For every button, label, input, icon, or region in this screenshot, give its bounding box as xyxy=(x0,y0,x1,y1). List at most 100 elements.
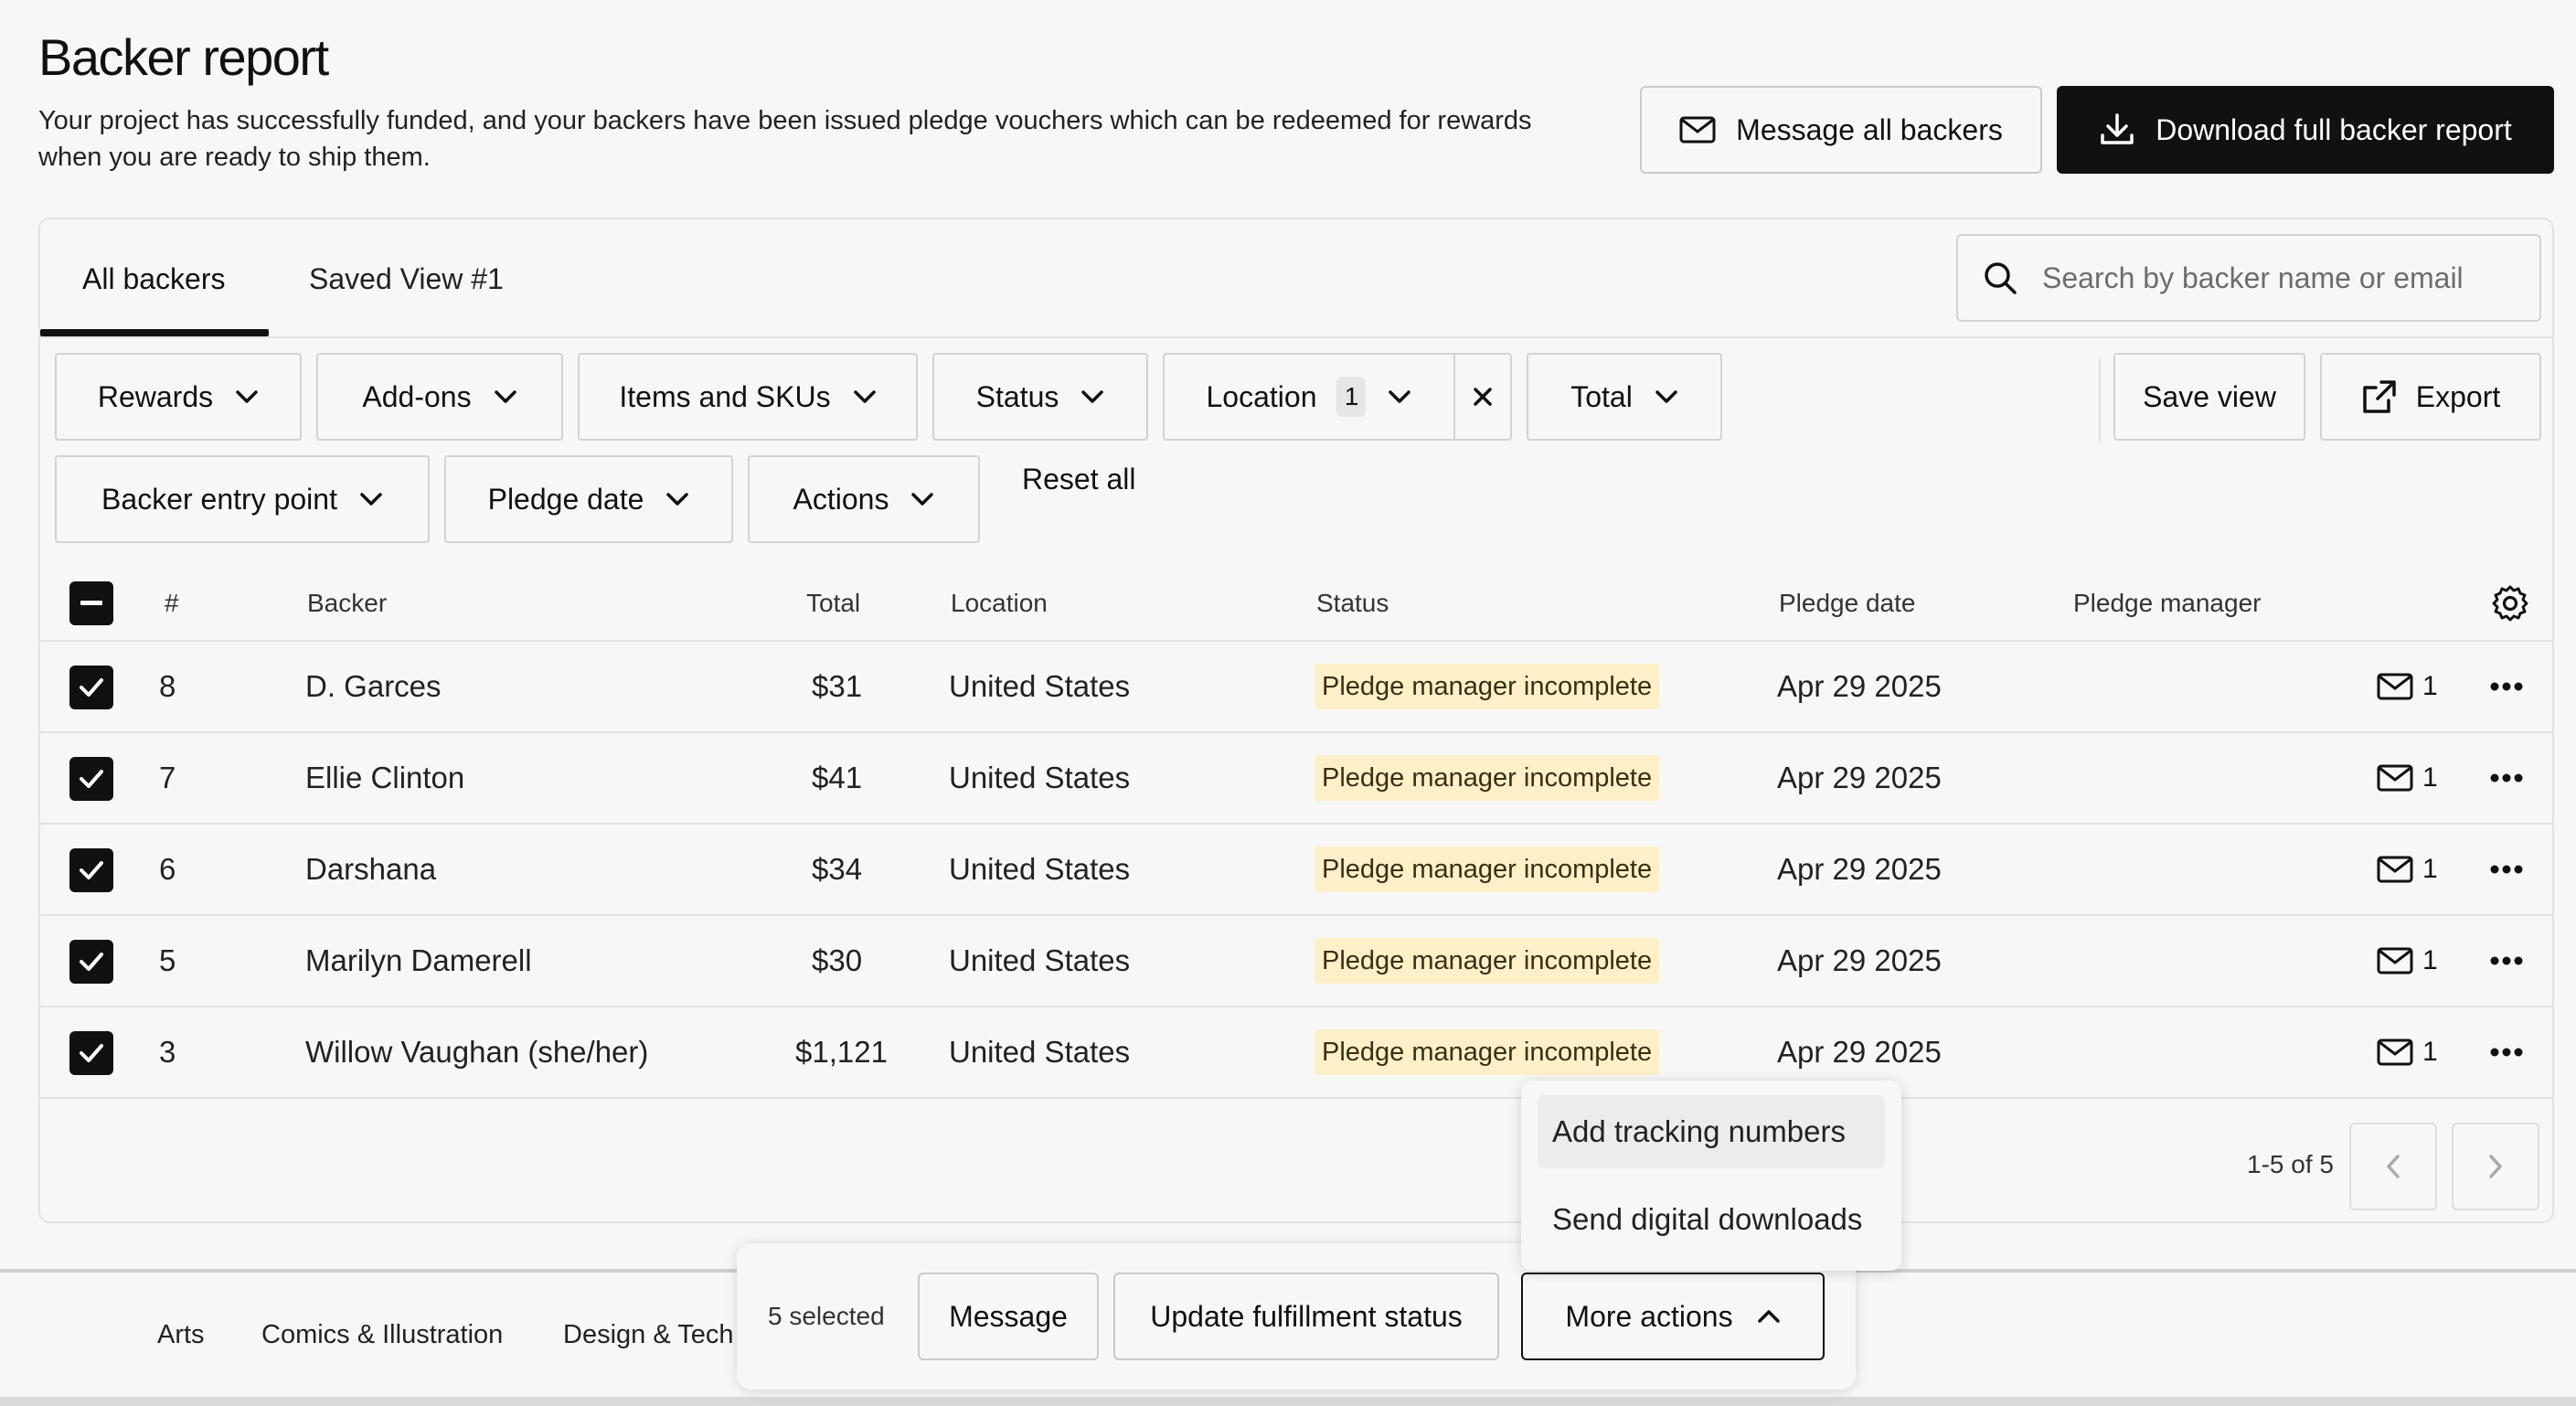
row-checkbox[interactable] xyxy=(69,1031,113,1075)
status-badge: Pledge manager incomplete xyxy=(1315,1029,1660,1075)
status-badge: Pledge manager incomplete xyxy=(1315,755,1660,801)
message-all-backers-button[interactable]: Message all backers xyxy=(1640,86,2042,174)
column-header-number: # xyxy=(165,589,179,617)
download-icon xyxy=(2099,112,2135,148)
status-badge: Pledge manager incomplete xyxy=(1315,664,1660,709)
message-count[interactable]: 1 xyxy=(2377,762,2438,794)
backer-name[interactable]: Darshana xyxy=(305,852,436,887)
select-all-checkbox[interactable] xyxy=(69,581,113,625)
filter-label: Total xyxy=(1570,379,1633,413)
mail-icon xyxy=(2377,856,2413,883)
row-checkbox[interactable] xyxy=(69,757,113,801)
message-all-backers-label: Message all backers xyxy=(1736,112,2003,146)
location-filter[interactable]: Location 1 xyxy=(1163,353,1455,441)
message-count[interactable]: 1 xyxy=(2377,1037,2438,1068)
chevron-down-icon xyxy=(1080,389,1104,404)
table-row[interactable]: 8 D. Garces $31 United States Pledge man… xyxy=(40,642,2552,733)
footer-link-arts[interactable]: Arts xyxy=(157,1320,205,1350)
external-link-icon xyxy=(2361,378,2398,415)
bulk-message-button[interactable]: Message xyxy=(918,1273,1099,1360)
backer-name[interactable]: D. Garces xyxy=(305,669,442,704)
mail-icon xyxy=(2377,1039,2413,1066)
footer-bottom-bar xyxy=(0,1397,2576,1406)
total-filter[interactable]: Total xyxy=(1527,353,1722,441)
rewards-filter[interactable]: Rewards xyxy=(55,353,302,441)
menu-item-send-digital-downloads[interactable]: Send digital downloads xyxy=(1538,1183,1885,1256)
backer-name[interactable]: Marilyn Damerell xyxy=(305,943,532,978)
clear-location-filter-button[interactable] xyxy=(1453,353,1512,441)
close-icon xyxy=(1473,387,1493,407)
gear-icon[interactable] xyxy=(2490,583,2530,623)
column-header-status[interactable]: Status xyxy=(1316,589,1389,618)
backer-location: United States xyxy=(949,1035,1131,1069)
more-options-icon[interactable] xyxy=(2490,956,2523,965)
backer-name[interactable]: Ellie Clinton xyxy=(305,761,464,795)
column-header-backer[interactable]: Backer xyxy=(307,589,387,618)
tab-all-backers[interactable]: All backers xyxy=(82,219,226,338)
next-page-button[interactable] xyxy=(2452,1123,2539,1210)
column-header-location[interactable]: Location xyxy=(951,589,1048,618)
pledge-total: $34 xyxy=(812,852,863,886)
pledge-date: Apr 29 2025 xyxy=(1777,852,1942,886)
reset-all-link[interactable]: Reset all xyxy=(1022,463,1136,496)
column-header-pledge-date[interactable]: Pledge date xyxy=(1779,589,1915,618)
table-row[interactable]: 6 Darshana $34 United States Pledge mana… xyxy=(40,825,2552,916)
more-actions-button[interactable]: More actions xyxy=(1521,1273,1825,1360)
download-report-button[interactable]: Download full backer report xyxy=(2057,86,2554,174)
more-options-icon[interactable] xyxy=(2490,865,2523,874)
message-count[interactable]: 1 xyxy=(2377,854,2438,885)
mail-icon xyxy=(2377,947,2413,975)
save-view-button[interactable]: Save view xyxy=(2113,353,2305,441)
search-input[interactable] xyxy=(2042,261,2517,295)
table-row[interactable]: 3 Willow Vaughan (she/her) $1,121 United… xyxy=(40,1007,2552,1099)
message-count-value: 1 xyxy=(2422,854,2438,884)
message-count[interactable]: 1 xyxy=(2377,945,2438,976)
more-options-icon[interactable] xyxy=(2490,1048,2523,1057)
table-row[interactable]: 7 Ellie Clinton $41 United States Pledge… xyxy=(40,733,2552,825)
filter-label: Actions xyxy=(793,482,889,516)
actions-filter[interactable]: Actions xyxy=(748,455,980,543)
chevron-down-icon xyxy=(494,389,517,404)
filter-label: Status xyxy=(975,379,1059,413)
pledge-date: Apr 29 2025 xyxy=(1777,1035,1942,1069)
backer-name[interactable]: Willow Vaughan (she/her) xyxy=(305,1035,648,1070)
table-row[interactable]: 5 Marilyn Damerell $30 United States Ple… xyxy=(40,916,2552,1007)
chevron-down-icon xyxy=(853,389,877,404)
mail-icon xyxy=(2377,764,2413,792)
column-header-pledge-manager[interactable]: Pledge manager xyxy=(2073,589,2261,618)
update-fulfillment-status-button[interactable]: Update fulfillment status xyxy=(1113,1273,1499,1360)
pledge-total: $30 xyxy=(812,943,863,977)
filter-label: Rewards xyxy=(97,379,214,413)
tab-saved-view-1[interactable]: Saved View #1 xyxy=(309,219,504,338)
chevron-down-icon xyxy=(235,389,259,404)
message-count-value: 1 xyxy=(2422,671,2438,701)
items-skus-filter[interactable]: Items and SKUs xyxy=(578,353,918,441)
toolbar-divider xyxy=(2099,358,2101,442)
footer-link-comics[interactable]: Comics & Illustration xyxy=(261,1320,503,1350)
bulk-message-label: Message xyxy=(949,1299,1068,1333)
search-box[interactable] xyxy=(1956,234,2541,322)
tabs-row: All backers Saved View #1 xyxy=(40,219,2552,338)
pledge-date-filter[interactable]: Pledge date xyxy=(444,455,733,543)
addons-filter[interactable]: Add-ons xyxy=(316,353,563,441)
selected-count: 5 selected xyxy=(768,1302,885,1330)
message-count-value: 1 xyxy=(2422,1037,2438,1067)
row-checkbox[interactable] xyxy=(69,848,113,892)
row-checkbox[interactable] xyxy=(69,666,113,709)
backers-panel: All backers Saved View #1 Rewards Add-on… xyxy=(38,218,2554,1223)
export-button[interactable]: Export xyxy=(2320,353,2541,441)
more-options-icon[interactable] xyxy=(2490,682,2523,691)
footer-link-design-tech[interactable]: Design & Tech xyxy=(563,1320,733,1350)
row-checkbox[interactable] xyxy=(69,940,113,984)
status-filter[interactable]: Status xyxy=(932,353,1148,441)
backer-number: 6 xyxy=(159,852,176,886)
more-options-icon[interactable] xyxy=(2490,773,2523,783)
backer-entry-point-filter[interactable]: Backer entry point xyxy=(55,455,430,543)
menu-item-add-tracking-numbers[interactable]: Add tracking numbers xyxy=(1538,1095,1885,1168)
page-title: Backer report xyxy=(38,28,329,86)
previous-page-button[interactable] xyxy=(2349,1123,2437,1210)
more-actions-label: More actions xyxy=(1565,1299,1733,1333)
save-view-label: Save view xyxy=(2143,379,2276,413)
column-header-total[interactable]: Total xyxy=(806,589,860,618)
message-count[interactable]: 1 xyxy=(2377,671,2438,702)
